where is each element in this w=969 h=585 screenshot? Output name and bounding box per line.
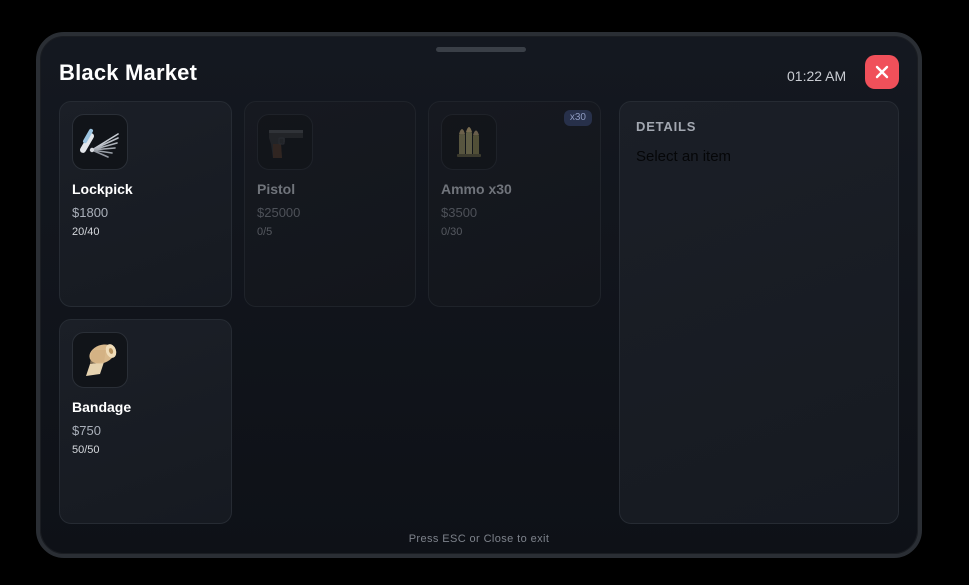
details-panel: DETAILS Select an item — [619, 101, 899, 524]
item-icon-box — [441, 114, 497, 170]
clock: 01:22 AM — [787, 68, 847, 84]
pistol-icon — [269, 130, 303, 158]
item-icon-box — [72, 114, 128, 170]
item-card-lockpick[interactable]: Lockpick $1800 20/40 — [59, 101, 232, 307]
footer-hint: Press ESC or Close to exit — [408, 533, 550, 545]
details-heading: DETAILS — [636, 119, 697, 134]
item-name: Bandage — [72, 399, 132, 415]
item-icon-box — [257, 114, 313, 170]
item-price: $750 — [72, 423, 101, 438]
item-card-pistol[interactable]: Pistol $25000 0/5 — [244, 101, 416, 307]
ammo-icon — [457, 127, 481, 157]
item-stock: 50/50 — [72, 444, 100, 456]
item-price: $25000 — [257, 205, 301, 220]
page-title: Black Market — [59, 60, 198, 85]
close-icon — [875, 65, 889, 79]
item-icon-box — [72, 332, 128, 388]
item-name: Ammo x30 — [441, 181, 512, 197]
item-stock: 20/40 — [72, 226, 100, 238]
item-price: $1800 — [72, 205, 109, 220]
close-button[interactable] — [865, 55, 899, 89]
details-empty-state: Select an item — [636, 148, 732, 165]
bandage-icon — [86, 344, 117, 376]
quantity-badge: x30 — [563, 110, 592, 126]
item-card-ammo[interactable]: x30 Ammo x30 $3500 0/30 — [428, 101, 601, 307]
item-stock: 0/5 — [257, 226, 273, 238]
tablet-notch — [436, 47, 526, 52]
black-market-tablet: Black Market 01:22 AM Lockpick $1800 20/… — [36, 32, 922, 558]
item-name: Pistol — [257, 181, 296, 197]
item-name: Lockpick — [72, 181, 133, 197]
lockpick-icon — [80, 128, 119, 158]
item-stock: 0/30 — [441, 226, 463, 238]
item-price: $3500 — [441, 205, 478, 220]
item-card-bandage[interactable]: Bandage $750 50/50 — [59, 319, 232, 524]
